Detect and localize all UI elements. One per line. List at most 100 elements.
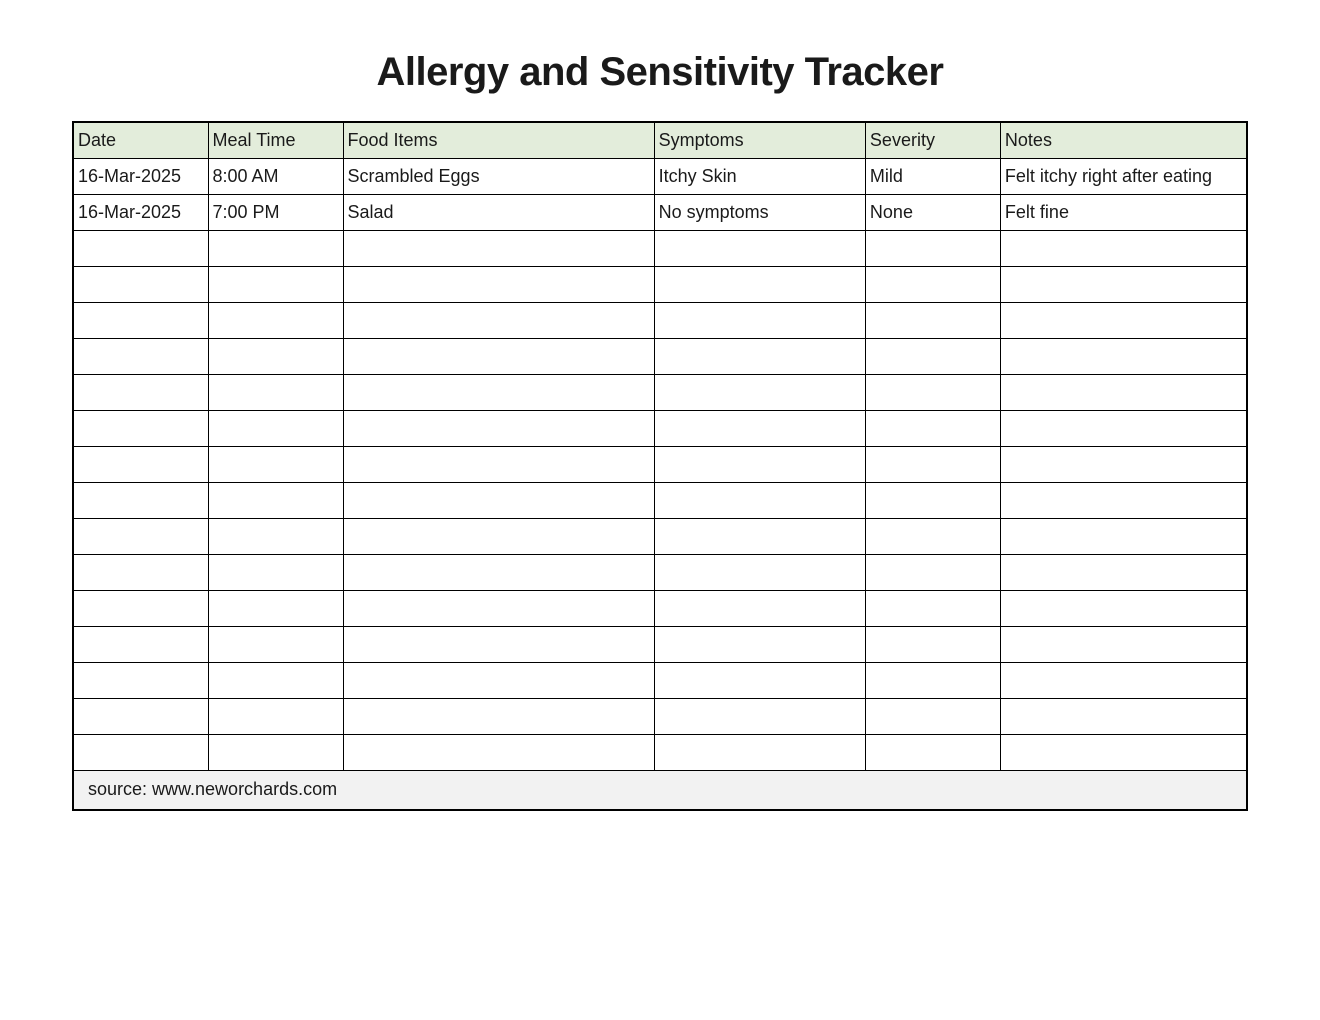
cell-symp[interactable]: No symptoms bbox=[654, 194, 865, 230]
cell-sev[interactable] bbox=[865, 446, 1000, 482]
cell-date[interactable] bbox=[73, 482, 208, 518]
cell-sev[interactable] bbox=[865, 734, 1000, 770]
cell-symp[interactable] bbox=[654, 446, 865, 482]
cell-sev[interactable] bbox=[865, 338, 1000, 374]
cell-notes[interactable] bbox=[1000, 302, 1247, 338]
cell-symp[interactable] bbox=[654, 410, 865, 446]
cell-food[interactable] bbox=[343, 338, 654, 374]
cell-food[interactable] bbox=[343, 734, 654, 770]
cell-meal[interactable] bbox=[208, 734, 343, 770]
cell-food[interactable] bbox=[343, 554, 654, 590]
cell-date[interactable] bbox=[73, 590, 208, 626]
cell-notes[interactable] bbox=[1000, 446, 1247, 482]
cell-sev[interactable] bbox=[865, 662, 1000, 698]
cell-sev[interactable] bbox=[865, 590, 1000, 626]
cell-food[interactable]: Salad bbox=[343, 194, 654, 230]
cell-date[interactable] bbox=[73, 662, 208, 698]
cell-date[interactable]: 16-Mar-2025 bbox=[73, 158, 208, 194]
cell-meal[interactable] bbox=[208, 302, 343, 338]
cell-symp[interactable] bbox=[654, 230, 865, 266]
cell-notes[interactable] bbox=[1000, 590, 1247, 626]
cell-symp[interactable] bbox=[654, 338, 865, 374]
cell-food[interactable] bbox=[343, 590, 654, 626]
cell-meal[interactable] bbox=[208, 446, 343, 482]
cell-sev[interactable] bbox=[865, 374, 1000, 410]
cell-food[interactable]: Scrambled Eggs bbox=[343, 158, 654, 194]
cell-notes[interactable] bbox=[1000, 482, 1247, 518]
cell-date[interactable] bbox=[73, 734, 208, 770]
cell-meal[interactable] bbox=[208, 482, 343, 518]
cell-meal[interactable]: 7:00 PM bbox=[208, 194, 343, 230]
cell-food[interactable] bbox=[343, 626, 654, 662]
cell-sev[interactable] bbox=[865, 698, 1000, 734]
cell-meal[interactable] bbox=[208, 518, 343, 554]
cell-date[interactable]: 16-Mar-2025 bbox=[73, 194, 208, 230]
cell-food[interactable] bbox=[343, 266, 654, 302]
cell-date[interactable] bbox=[73, 698, 208, 734]
cell-symp[interactable] bbox=[654, 698, 865, 734]
cell-notes[interactable] bbox=[1000, 374, 1247, 410]
cell-meal[interactable] bbox=[208, 554, 343, 590]
cell-meal[interactable] bbox=[208, 266, 343, 302]
cell-sev[interactable] bbox=[865, 266, 1000, 302]
cell-meal[interactable] bbox=[208, 662, 343, 698]
cell-sev[interactable]: Mild bbox=[865, 158, 1000, 194]
cell-date[interactable] bbox=[73, 266, 208, 302]
cell-food[interactable] bbox=[343, 410, 654, 446]
cell-food[interactable] bbox=[343, 446, 654, 482]
cell-date[interactable] bbox=[73, 626, 208, 662]
cell-sev[interactable] bbox=[865, 482, 1000, 518]
cell-date[interactable] bbox=[73, 446, 208, 482]
cell-meal[interactable] bbox=[208, 626, 343, 662]
cell-notes[interactable] bbox=[1000, 230, 1247, 266]
cell-symp[interactable] bbox=[654, 662, 865, 698]
cell-notes[interactable] bbox=[1000, 266, 1247, 302]
cell-symp[interactable]: Itchy Skin bbox=[654, 158, 865, 194]
cell-sev[interactable] bbox=[865, 518, 1000, 554]
cell-food[interactable] bbox=[343, 302, 654, 338]
cell-symp[interactable] bbox=[654, 554, 865, 590]
cell-notes[interactable]: Felt itchy right after eating bbox=[1000, 158, 1247, 194]
cell-sev[interactable] bbox=[865, 554, 1000, 590]
cell-meal[interactable] bbox=[208, 698, 343, 734]
cell-meal[interactable]: 8:00 AM bbox=[208, 158, 343, 194]
cell-symp[interactable] bbox=[654, 374, 865, 410]
cell-symp[interactable] bbox=[654, 626, 865, 662]
cell-sev[interactable] bbox=[865, 626, 1000, 662]
cell-meal[interactable] bbox=[208, 338, 343, 374]
cell-notes[interactable] bbox=[1000, 338, 1247, 374]
cell-symp[interactable] bbox=[654, 302, 865, 338]
cell-date[interactable] bbox=[73, 338, 208, 374]
cell-meal[interactable] bbox=[208, 590, 343, 626]
cell-notes[interactable]: Felt fine bbox=[1000, 194, 1247, 230]
cell-symp[interactable] bbox=[654, 482, 865, 518]
cell-notes[interactable] bbox=[1000, 662, 1247, 698]
cell-meal[interactable] bbox=[208, 230, 343, 266]
cell-meal[interactable] bbox=[208, 374, 343, 410]
cell-notes[interactable] bbox=[1000, 698, 1247, 734]
cell-sev[interactable] bbox=[865, 302, 1000, 338]
cell-symp[interactable] bbox=[654, 266, 865, 302]
cell-food[interactable] bbox=[343, 662, 654, 698]
cell-sev[interactable] bbox=[865, 410, 1000, 446]
cell-notes[interactable] bbox=[1000, 518, 1247, 554]
cell-sev[interactable]: None bbox=[865, 194, 1000, 230]
cell-food[interactable] bbox=[343, 518, 654, 554]
cell-date[interactable] bbox=[73, 374, 208, 410]
cell-date[interactable] bbox=[73, 230, 208, 266]
cell-notes[interactable] bbox=[1000, 554, 1247, 590]
cell-food[interactable] bbox=[343, 482, 654, 518]
cell-notes[interactable] bbox=[1000, 734, 1247, 770]
cell-food[interactable] bbox=[343, 230, 654, 266]
cell-date[interactable] bbox=[73, 410, 208, 446]
cell-sev[interactable] bbox=[865, 230, 1000, 266]
cell-date[interactable] bbox=[73, 554, 208, 590]
cell-food[interactable] bbox=[343, 374, 654, 410]
cell-symp[interactable] bbox=[654, 590, 865, 626]
cell-date[interactable] bbox=[73, 302, 208, 338]
cell-meal[interactable] bbox=[208, 410, 343, 446]
cell-food[interactable] bbox=[343, 698, 654, 734]
cell-notes[interactable] bbox=[1000, 410, 1247, 446]
cell-date[interactable] bbox=[73, 518, 208, 554]
cell-symp[interactable] bbox=[654, 518, 865, 554]
